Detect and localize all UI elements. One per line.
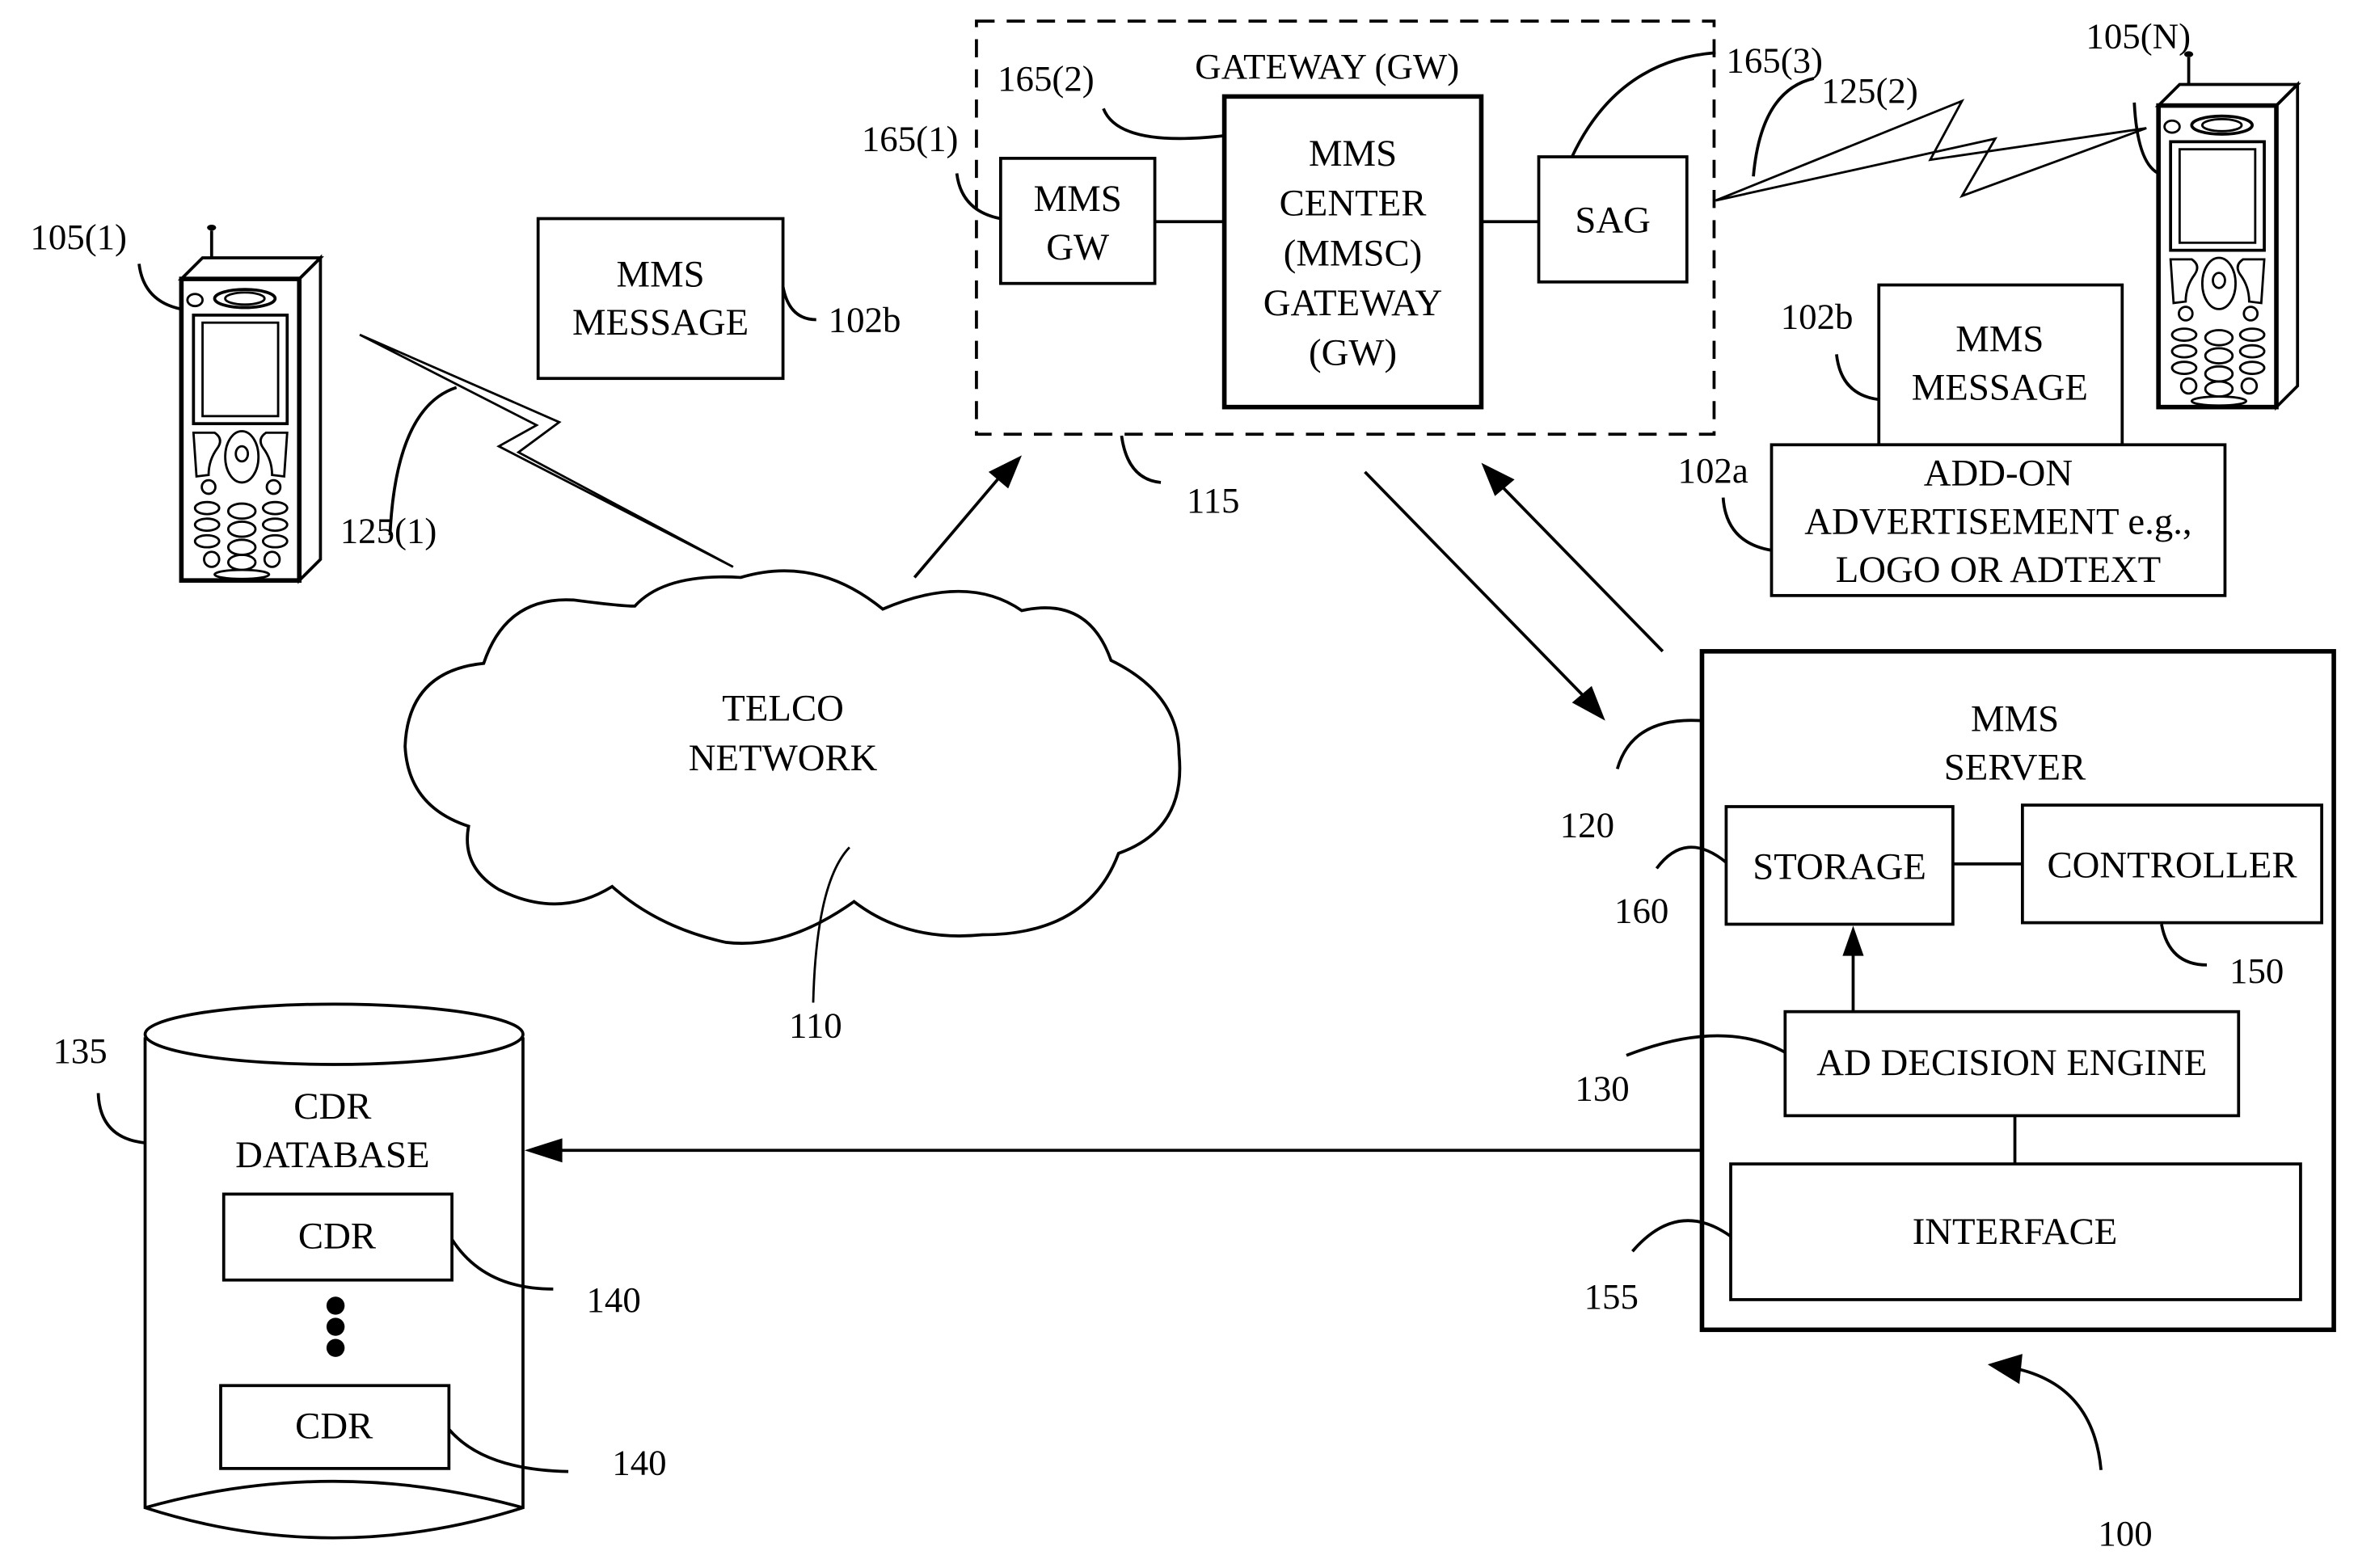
leader-line (1835, 354, 1879, 402)
mms-message-right-ref: 102b (1781, 297, 1854, 337)
controller-ref: 150 (2229, 950, 2284, 991)
storage-label: STORAGE (1753, 846, 1926, 888)
sag-ref: 165(3) (1726, 40, 1823, 81)
cdr-database: CDR DATABASE 135 CDR 140 CDR 140 (53, 1002, 667, 1540)
storage-ref: 160 (1614, 891, 1668, 931)
mms-gw-line1: MMS (1034, 178, 1122, 220)
leader-line (1570, 51, 1716, 158)
figure-number: 100 (2098, 1513, 2152, 1553)
mms-gw-line2: GW (1046, 226, 1109, 268)
flow-arrows (913, 455, 1664, 721)
ad-engine-ref: 130 (1575, 1069, 1629, 1109)
mms-message-left-ref: 102b (829, 299, 901, 339)
phone-left-ref: 105(1) (30, 217, 127, 257)
gateway-group: GATEWAY (GW) 115 MMS GW 165(1) MMS CENTE… (862, 19, 1823, 521)
cdr-record-label: CDR (298, 1216, 377, 1258)
leader-line (450, 1238, 554, 1291)
telco-line2: NETWORK (689, 737, 878, 779)
leader-line (96, 1093, 146, 1144)
mms-message-right-line1: MMS (1955, 318, 2044, 360)
arrow-server-to-gateway (1500, 484, 1664, 653)
mmsc-line1: MMS (1309, 133, 1397, 175)
interface-label: INTERFACE (1913, 1211, 2118, 1253)
arrowhead-icon (1481, 462, 1515, 496)
arrow-telco-to-gateway (913, 478, 999, 579)
arrowhead-icon (524, 1138, 563, 1163)
cylinder-bottom (145, 1479, 524, 1510)
phone-icon (2158, 51, 2297, 407)
gateway-title: GATEWAY (GW) (1195, 46, 1459, 86)
database-ref: 135 (53, 1031, 107, 1071)
arrowhead-icon (1987, 1354, 2023, 1385)
figure-reference: 100 (1987, 1354, 2153, 1553)
leader-line (1752, 77, 1815, 177)
mms-message-right-line2: MESSAGE (1912, 366, 2088, 408)
leader-line (1615, 719, 1702, 769)
leader-line (1120, 435, 1162, 484)
mms-message-left: MMS MESSAGE 102b (536, 217, 901, 381)
leader-line (137, 263, 182, 311)
addon-line3: LOGO OR ADTEXT (1836, 549, 2161, 591)
phone-icon (181, 225, 320, 580)
cdr-record-ref: 140 (587, 1279, 641, 1320)
leader-line (812, 846, 850, 1003)
addon-ref: 102a (1678, 450, 1748, 491)
lightning-bolt-icon (1715, 99, 2147, 202)
ellipsis-dot (326, 1296, 345, 1315)
addon-line2: ADVERTISEMENT e.g., (1804, 500, 2191, 542)
gateway-ref: 115 (1187, 480, 1240, 521)
mms-server: MMS SERVER 120 STORAGE 160 CONTROLLER 15… (1560, 649, 2336, 1333)
mobile-phone-left: 105(1) (30, 217, 320, 580)
mms-message-left-line2: MESSAGE (572, 301, 749, 344)
leader-line (2132, 102, 2160, 175)
telco-ref: 110 (789, 1005, 842, 1045)
controller-label: CONTROLLER (2047, 845, 2297, 887)
telco-network: TELCO NETWORK 110 (403, 569, 1182, 1045)
wireless-link-right: 125(2) (1715, 70, 2147, 202)
leader-line (1102, 107, 1225, 141)
cdr-record-label: CDR (295, 1406, 373, 1448)
server-line2: SERVER (1944, 746, 2086, 788)
cylinder-top (143, 1002, 525, 1066)
leader-line (2017, 1367, 2103, 1470)
addon-line1: ADD-ON (1924, 453, 2073, 495)
sag-label: SAG (1575, 199, 1651, 241)
database-line2: DATABASE (235, 1134, 429, 1176)
mmsc-line3: (MMSC) (1284, 232, 1422, 274)
cdr-record-ref: 140 (612, 1442, 666, 1482)
mmsc-ref: 165(2) (998, 58, 1095, 99)
ad-engine-label: AD DECISION ENGINE (1816, 1042, 2207, 1084)
interface-ref: 155 (1584, 1276, 1639, 1317)
database-line1: CDR (293, 1085, 372, 1128)
mms-message-left-line1: MMS (617, 253, 705, 295)
leader-line (781, 286, 816, 322)
mmsc-line5: (GW) (1309, 331, 1397, 373)
server-line1: MMS (1971, 698, 2059, 740)
link-right-ref: 125(2) (1821, 70, 1918, 111)
telco-line1: TELCO (722, 688, 844, 730)
leader-line (955, 173, 1002, 221)
addon-advertisement: ADD-ON ADVERTISEMENT e.g., LOGO OR ADTEX… (1678, 443, 2227, 597)
leader-line (447, 1428, 569, 1473)
mms-message-right: MMS MESSAGE 102b (1781, 283, 2124, 447)
mms-gw-ref: 165(1) (862, 119, 959, 159)
link-left-ref: 125(1) (340, 511, 437, 551)
ellipsis-dot (326, 1317, 345, 1336)
phone-right-ref: 105(N) (2086, 16, 2191, 57)
mmsc-line2: CENTER (1280, 183, 1428, 225)
leader-line (1721, 497, 1772, 552)
server-ref: 120 (1560, 804, 1614, 845)
arrow-gateway-to-server (1364, 470, 1585, 698)
system-diagram: 105(1) 125(1) MMS MESSAGE 102b GATEWAY (… (30, 16, 2336, 1553)
mmsc-line4: GATEWAY (1263, 282, 1443, 324)
ellipsis-dot (326, 1338, 345, 1357)
